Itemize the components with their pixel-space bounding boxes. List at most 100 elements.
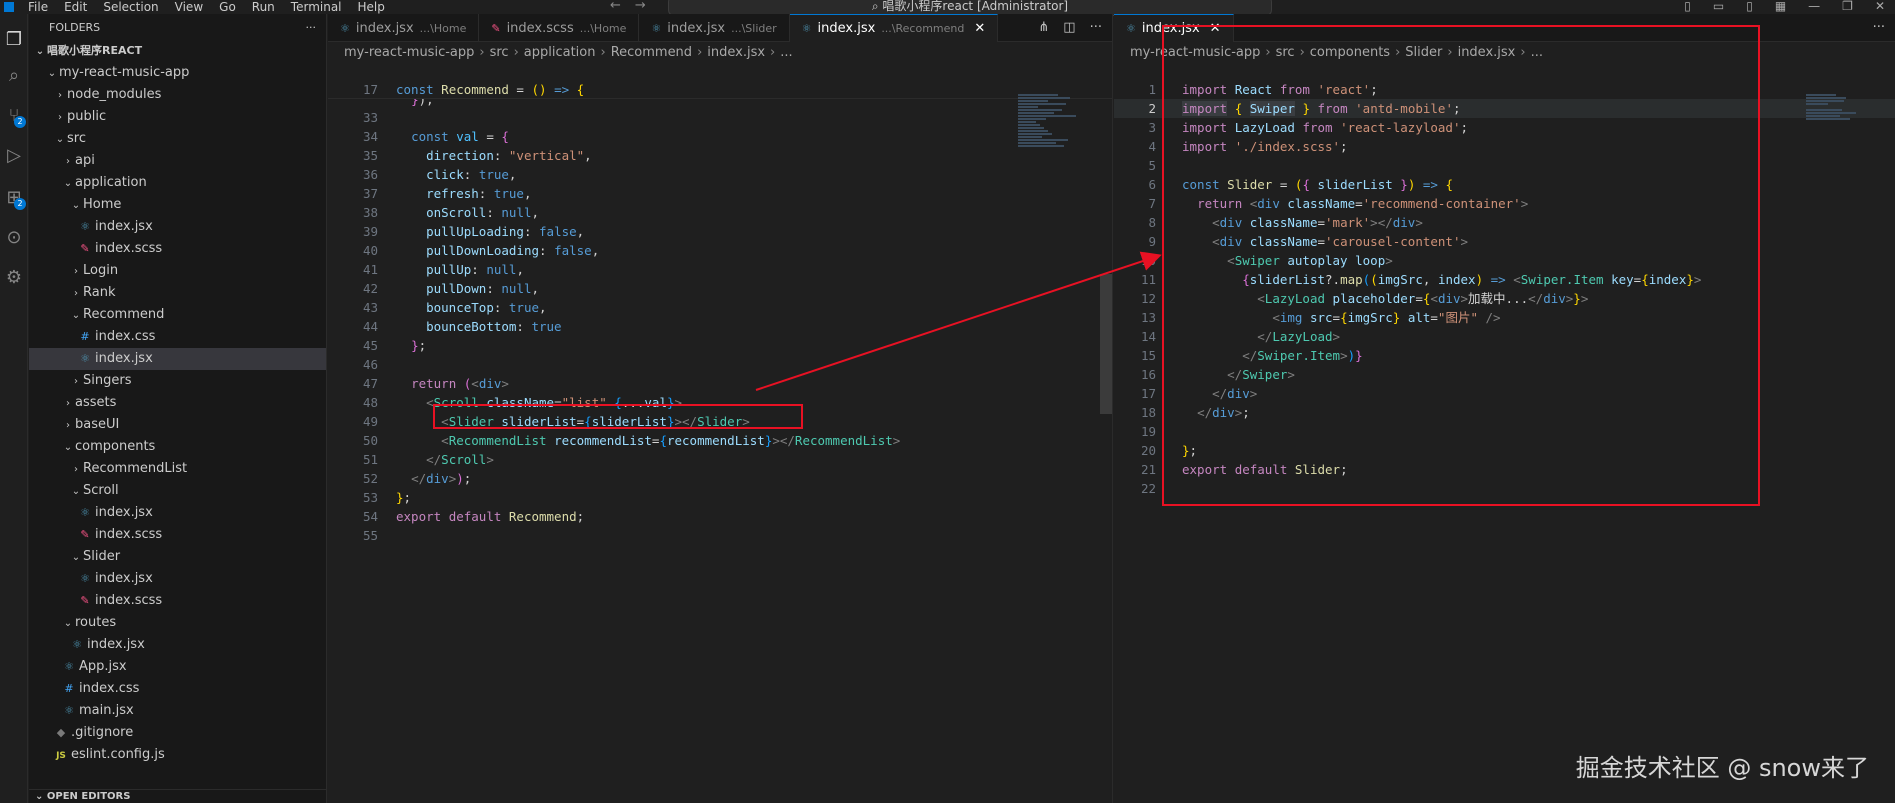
tree-item[interactable]: ⚛ App.jsx (29, 656, 326, 678)
react-file-icon: ⚛ (64, 704, 74, 717)
chevron-down-icon: ⌄ (63, 178, 73, 189)
react-file-icon: ⚛ (80, 572, 90, 585)
tree-item-label: RecommendList (83, 461, 188, 476)
tree-item[interactable]: ⚛ index.jsx (29, 568, 326, 590)
breadcrumb-item[interactable]: src (490, 45, 509, 60)
tree-item[interactable]: ✎ index.scss (29, 524, 326, 546)
tab-label: index.jsx (667, 20, 726, 36)
restore-icon[interactable]: ❐ (1842, 0, 1853, 13)
tree-item[interactable]: › public (29, 106, 326, 128)
menu-go[interactable]: Go (219, 0, 236, 14)
code-line: 39 pullUpLoading: false, (362, 224, 585, 239)
tree-item[interactable]: ⌄ Slider (29, 546, 326, 568)
tree-item[interactable]: ⌄ src (29, 128, 326, 150)
scrollbar-left[interactable] (1100, 274, 1112, 414)
minimap-left[interactable] (1018, 94, 1078, 214)
close-tab-icon[interactable]: ✕ (974, 21, 985, 36)
tree-item[interactable]: ⌄ components (29, 436, 326, 458)
tree-item[interactable]: ⌄ Scroll (29, 480, 326, 502)
editor-tab[interactable]: ✎ index.scss ...\Home (479, 14, 640, 42)
code-line: 53}; (362, 490, 412, 505)
remote-explorer-icon[interactable]: ⊙ (2, 226, 26, 250)
layout-panel-icon[interactable]: ▭ (1713, 0, 1724, 13)
breadcrumb-item[interactable]: Recommend (611, 45, 692, 60)
menu-edit[interactable]: Edit (64, 0, 87, 14)
tree-item[interactable]: › node_modules (29, 84, 326, 106)
tree-item[interactable]: ◆ .gitignore (29, 722, 326, 744)
tree-item[interactable]: ⚛ index.jsx (29, 502, 326, 524)
editor-tab[interactable]: ⚛ index.jsx ...\Slider (639, 14, 790, 42)
tree-item[interactable]: # index.css (29, 678, 326, 700)
chevron-right-icon: › (74, 266, 78, 277)
tree-item[interactable]: ⚛ index.jsx (29, 216, 326, 238)
tree-item[interactable]: › assets (29, 392, 326, 414)
extensions-icon[interactable]: ⊞ 2 (2, 186, 26, 210)
scss-file-icon: ✎ (80, 242, 90, 255)
editor-actions-right: ··· (1873, 20, 1885, 35)
breadcrumb-item[interactable]: index.jsx (707, 45, 765, 60)
graph-icon[interactable]: ⋔ (1038, 20, 1049, 35)
tree-item[interactable]: ⌄ 唱歌小程序REACT (29, 40, 326, 62)
code-line: 50 <RecommendList recommendList={recomme… (362, 433, 901, 448)
editor-tab[interactable]: ⚛ index.jsx ...\Home (328, 14, 480, 42)
tree-item[interactable]: ⌄ my-react-music-app (29, 62, 326, 84)
breadcrumb-separator-icon: › (697, 45, 703, 60)
code-line: 45 }; (362, 338, 427, 353)
layout-secondary-icon[interactable]: ▯ (1746, 0, 1753, 13)
tree-item[interactable]: JS eslint.config.js (29, 744, 326, 766)
close-window-icon[interactable]: ✕ (1875, 0, 1885, 13)
menu-file[interactable]: File (28, 0, 48, 14)
chevron-down-icon: ⌄ (63, 618, 73, 629)
nav-back-forward-icon[interactable]: ←→ (610, 0, 660, 13)
chevron-down-icon: ⌄ (71, 200, 81, 211)
more-icon[interactable]: ··· (1090, 20, 1102, 35)
menu-run[interactable]: Run (252, 0, 275, 14)
tree-item[interactable]: ⚛ index.jsx (29, 634, 326, 656)
chevron-right-icon: › (58, 90, 62, 101)
layout-sidebar-icon[interactable]: ▯ (1684, 0, 1691, 13)
tree-item[interactable]: › RecommendList (29, 458, 326, 480)
breadcrumb-item[interactable]: application (524, 45, 596, 60)
menu-selection[interactable]: Selection (103, 0, 158, 14)
code-line: 37 refresh: true, (362, 186, 532, 201)
minimap-right[interactable] (1806, 94, 1866, 214)
annotation-box-slider-usage (433, 404, 803, 429)
run-debug-icon[interactable]: ▷ (2, 144, 26, 168)
editor-tab[interactable]: ⚛ index.jsx ...\Recommend ✕ (789, 14, 999, 42)
tree-item[interactable]: ⌄ routes (29, 612, 326, 634)
tree-item[interactable]: › Login (29, 260, 326, 282)
tree-item[interactable]: ⌄ Recommend (29, 304, 326, 326)
tree-item[interactable]: ✎ index.scss (29, 590, 326, 612)
tree-item[interactable]: ⌄ application (29, 172, 326, 194)
code-line: 54 export default Recommend; (362, 509, 585, 524)
source-control-icon[interactable]: ⑂ 2 (2, 104, 26, 128)
code-editor-left[interactable]: 17 const Recommend = () => { }); 33 34 co… (328, 80, 1112, 803)
tree-item[interactable]: ⌄ Home (29, 194, 326, 216)
more-icon[interactable]: ··· (1873, 20, 1885, 35)
menu-terminal[interactable]: Terminal (291, 0, 342, 14)
tree-item-label: index.css (79, 681, 140, 696)
tree-item[interactable]: ⚛ index.jsx (29, 348, 326, 370)
tree-item[interactable]: › Singers (29, 370, 326, 392)
customize-layout-icon[interactable]: ▦ (1775, 0, 1786, 13)
tree-item[interactable]: › baseUI (29, 414, 326, 436)
tree-item[interactable]: # index.css (29, 326, 326, 348)
menu-view[interactable]: View (175, 0, 203, 14)
menu-help[interactable]: Help (358, 0, 385, 14)
docker-icon[interactable]: ⚙ (2, 266, 26, 290)
minimize-icon[interactable]: — (1808, 0, 1820, 13)
split-editor-icon[interactable]: ◫ (1063, 20, 1075, 35)
explorer-icon[interactable]: ❐ (2, 28, 26, 52)
more-actions-icon[interactable]: ··· (306, 21, 317, 34)
tree-item[interactable]: › api (29, 150, 326, 172)
code-line: 34 const val = { (362, 129, 509, 144)
breadcrumb-item[interactable]: ... (780, 45, 792, 60)
breadcrumb-item[interactable]: my-react-music-app (344, 45, 474, 60)
explorer-sidebar: FOLDERS ··· ⌄ 唱歌小程序REACT ⌄ my-react-music-a… (29, 14, 327, 803)
search-icon[interactable]: ⌕ (2, 64, 26, 88)
tree-item[interactable]: ✎ index.scss (29, 238, 326, 260)
open-editors-section[interactable]: ⌄ OPEN EDITORS (29, 789, 326, 803)
tree-item[interactable]: ⚛ main.jsx (29, 700, 326, 722)
tree-item[interactable]: › Rank (29, 282, 326, 304)
chevron-down-icon: ⌄ (71, 310, 81, 321)
